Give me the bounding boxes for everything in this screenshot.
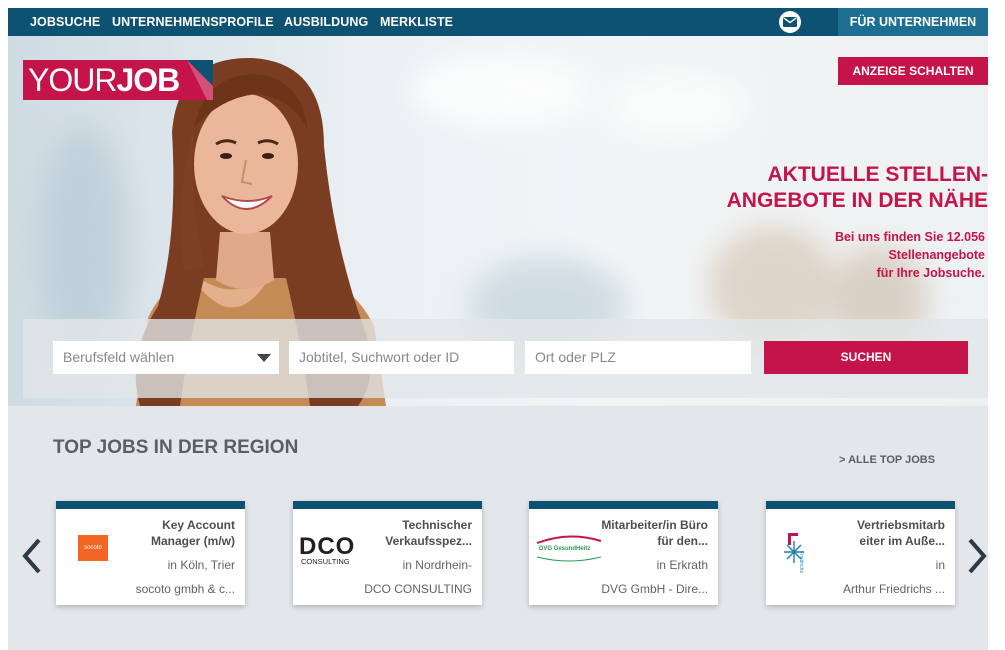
company-logo-subtext: CONSULTING (301, 557, 350, 566)
job-location: in Erkrath (656, 558, 708, 572)
job-title: Mitarbeiter/in Büro für den... (601, 518, 708, 548)
job-card[interactable]: Friedrichs Vertriebsmitarb eiter im Auße… (766, 501, 955, 605)
category-select[interactable]: Berufsfeld wählen (53, 341, 279, 374)
location-input-placeholder: Ort oder PLZ (535, 349, 616, 365)
subline-line-2: Stellenangebote (888, 248, 985, 262)
category-select-label: Berufsfeld wählen (63, 349, 175, 365)
job-card[interactable]: socoto Key Account Manager (m/w) in Köln… (56, 501, 245, 605)
prev-arrow-icon[interactable] (19, 536, 43, 576)
location-input[interactable]: Ort oder PLZ (525, 341, 751, 374)
nav-item-merkliste[interactable]: MERKLISTE (380, 8, 453, 36)
nav-item-unternehmensprofile[interactable]: UNTERNEHMENSPROFILE (112, 8, 274, 36)
logo-text-job: JOB (116, 62, 180, 98)
job-title: Vertriebsmitarb eiter im Auße... (856, 518, 945, 548)
keyword-input[interactable]: Jobtitel, Suchwort oder ID (289, 341, 514, 374)
company-logo-text: Friedrichs (798, 551, 804, 573)
job-company: DCO CONSULTING (364, 582, 472, 596)
job-location: in (935, 558, 945, 572)
chevron-down-icon (257, 354, 271, 362)
yourjob-logo[interactable]: YOURJOB (23, 60, 213, 100)
top-navigation: JOBSUCHE UNTERNEHMENSPROFILE AUSBILDUNG … (8, 8, 988, 36)
job-company: DVG GmbH - Dire... (601, 582, 708, 596)
job-card[interactable]: DCO CONSULTING Technischer Verkaufsspez.… (293, 501, 482, 605)
company-logo-text: socoto (84, 545, 102, 551)
envelope-icon (783, 17, 797, 27)
for-employers-button[interactable]: FÜR UNTERNEHMEN (838, 8, 988, 36)
job-location: in Köln, Trier (167, 558, 235, 572)
keyword-input-placeholder: Jobtitel, Suchwort oder ID (299, 349, 460, 365)
next-arrow-icon[interactable] (966, 536, 988, 576)
subline-line-1: Bei uns finden Sie 12.056 (834, 230, 985, 244)
hero-subline: Bei uns finden Sie 12.056 Stellenangebot… (735, 228, 985, 282)
job-card[interactable]: DVG GesundHeitz Mitarbeiter/in Büro für … (529, 501, 718, 605)
job-company: Arthur Friedrichs ... (842, 582, 945, 596)
page-frame: JOBSUCHE UNTERNEHMENSPROFILE AUSBILDUNG … (8, 8, 988, 650)
job-company: socoto gmbh & c... (135, 582, 235, 596)
headline-line-1: AKTUELLE STELLEN- (767, 163, 989, 186)
nav-item-ausbildung[interactable]: AUSBILDUNG (284, 8, 368, 36)
job-title: Technischer Verkaufsspez... (385, 518, 472, 548)
nav-item-jobsuche[interactable]: JOBSUCHE (30, 8, 100, 36)
company-logo-text: DVG GesundHeitz (539, 546, 591, 552)
headline-line-2: ANGEBOTE IN DER NÄHE (726, 189, 988, 212)
search-button[interactable]: SUCHEN (764, 341, 968, 374)
logo-corner-mark (187, 60, 213, 100)
all-top-jobs-link[interactable]: > ALLE TOP JOBS (839, 454, 935, 466)
job-title: Key Account Manager (m/w) (150, 518, 235, 548)
mail-button[interactable] (779, 11, 801, 33)
place-ad-button[interactable]: ANZEIGE SCHALTEN (838, 57, 988, 85)
section-title: TOP JOBS IN DER REGION (53, 437, 299, 458)
job-location: in Nordrhein- (402, 558, 472, 572)
subline-line-3: für Ihre Jobsuche. (876, 266, 985, 280)
search-bar: Berufsfeld wählen Jobtitel, Suchwort ode… (23, 319, 988, 398)
logo-text-your: YOUR (28, 62, 117, 98)
hero-headline: AKTUELLE STELLEN- ANGEBOTE IN DER NÄHE (658, 162, 988, 214)
